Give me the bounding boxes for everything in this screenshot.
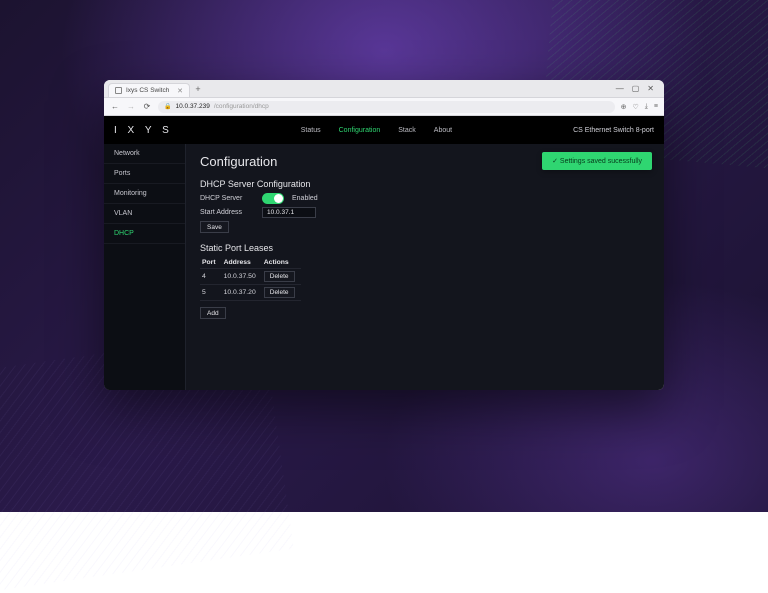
sidebar-item-ports[interactable]: Ports [104,164,185,184]
app-header: I X Y S Status Configuration Stack About… [104,116,664,144]
topnav-status[interactable]: Status [301,127,321,134]
row-save: Save [200,221,650,233]
browser-addressbar: ← → ⟳ 🔒 10.0.37.239/configuration/dhcp ⊕… [104,98,664,116]
window-close-icon[interactable]: ✕ [647,85,654,93]
section-dhcp-title: DHCP Server Configuration [200,179,650,189]
toggle-knob [274,194,283,203]
cell-port: 5 [200,285,222,301]
cell-address: 10.0.37.50 [222,269,262,285]
save-button[interactable]: Save [200,221,229,233]
sidebar-item-network[interactable]: Network [104,144,185,164]
content-pane: ✓ Settings saved sucessfully Configurati… [186,144,664,390]
app-top-nav: Status Configuration Stack About [301,127,452,134]
download-icon[interactable]: ⤓ [645,103,648,111]
url-path: /configuration/dhcp [214,103,269,110]
col-port: Port [200,257,222,269]
col-actions: Actions [262,257,301,269]
app-root: I X Y S Status Configuration Stack About… [104,116,664,390]
sidebar: Network Ports Monitoring VLAN DHCP [104,144,186,390]
sidebar-item-dhcp[interactable]: DHCP [104,224,185,244]
tab-title: Ixys CS Switch [126,87,169,94]
app-body: Network Ports Monitoring VLAN DHCP ✓ Set… [104,144,664,390]
addon-icon[interactable]: ⊕ [621,103,627,111]
window-buttons: — ▢ ✕ [616,85,660,93]
new-tab-button[interactable]: + [192,84,204,94]
brand-logo: I X Y S [114,125,173,136]
nav-reload-icon[interactable]: ⟳ [142,102,152,111]
col-address: Address [222,257,262,269]
topnav-about[interactable]: About [434,127,452,134]
favicon-icon [115,87,122,94]
add-button[interactable]: Add [200,307,226,319]
sidebar-item-monitoring[interactable]: Monitoring [104,184,185,204]
row-dhcp-server: DHCP Server Enabled [200,193,650,204]
toast-success: ✓ Settings saved sucessfully [542,152,652,170]
window-minimize-icon[interactable]: — [616,85,624,93]
leases-table: Port Address Actions 4 10.0.37.50 Delete [200,257,301,301]
topnav-stack[interactable]: Stack [398,127,416,134]
menu-icon[interactable]: ≡ [654,103,658,111]
topnav-configuration[interactable]: Configuration [339,127,381,134]
table-header-row: Port Address Actions [200,257,301,269]
toggle-state-text: Enabled [292,195,318,202]
browser-tab-active[interactable]: Ixys CS Switch ✕ [108,83,190,97]
cell-address: 10.0.37.20 [222,285,262,301]
label-dhcp-server: DHCP Server [200,195,254,202]
row-add: Add [200,307,650,319]
nav-forward-icon[interactable]: → [126,102,136,111]
url-host: 10.0.37.239 [175,103,209,110]
lock-icon: 🔒 [164,103,171,110]
cell-actions: Delete [262,285,301,301]
tab-close-icon[interactable]: ✕ [177,87,183,95]
row-start-address: Start Address [200,207,650,218]
input-start-address[interactable] [262,207,316,218]
table-row: 5 10.0.37.20 Delete [200,285,301,301]
table-row: 4 10.0.37.50 Delete [200,269,301,285]
addressbar-actions: ⊕ ♡ ⤓ ≡ [621,103,658,111]
browser-window: Ixys CS Switch ✕ + — ▢ ✕ ← → ⟳ 🔒 10.0.37… [104,80,664,390]
favorite-icon[interactable]: ♡ [633,103,639,111]
delete-button[interactable]: Delete [264,271,295,282]
window-maximize-icon[interactable]: ▢ [632,85,640,93]
cell-actions: Delete [262,269,301,285]
nav-back-icon[interactable]: ← [110,102,120,111]
delete-button[interactable]: Delete [264,287,295,298]
toggle-dhcp-server[interactable] [262,193,284,204]
sidebar-item-vlan[interactable]: VLAN [104,204,185,224]
section-leases-title: Static Port Leases [200,243,650,253]
label-start-address: Start Address [200,209,254,216]
cell-port: 4 [200,269,222,285]
browser-tabstrip: Ixys CS Switch ✕ + — ▢ ✕ [104,80,664,98]
device-model: CS Ethernet Switch 8-port [573,127,654,134]
url-input[interactable]: 🔒 10.0.37.239/configuration/dhcp [158,101,615,113]
